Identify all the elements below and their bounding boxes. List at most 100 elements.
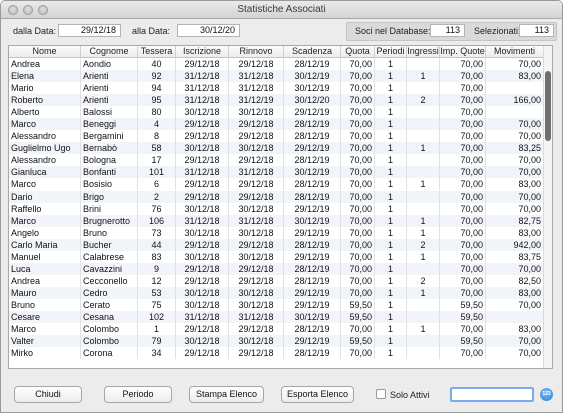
close-button[interactable]: Chiudi xyxy=(14,386,82,403)
cell-tessera: 17 xyxy=(138,154,176,167)
table-row[interactable]: Cesare Cesana 102 31/12/18 31/12/18 30/12/19 5… xyxy=(9,310,544,324)
cell-iscrizione: 30/12/18 xyxy=(176,286,229,299)
cell-ingressi xyxy=(407,166,440,179)
cell-nome: Alberto xyxy=(9,106,81,119)
cell-movimenti: 166,00 xyxy=(486,94,544,107)
cell-cognome: Calabrese xyxy=(81,250,138,263)
cell-rinnovo: 29/12/18 xyxy=(229,58,284,70)
table-row[interactable]: Angelo Bruno 73 30/12/18 30/12/18 29/12/19 70,… xyxy=(9,226,544,239)
table-row[interactable]: Roberto Arienti 95 31/12/18 31/12/19 30/12/20… xyxy=(9,94,544,107)
table-row[interactable]: Marco Colombo 1 29/12/18 29/12/18 28/12/19 70,… xyxy=(9,323,544,336)
column-header-imp-quote[interactable]: Imp. Quote xyxy=(440,46,486,58)
cell-ingressi xyxy=(407,202,440,215)
cell-iscrizione: 29/12/18 xyxy=(176,274,229,287)
table-row[interactable]: Andrea Cecconello 12 29/12/18 29/12/18 28/12/… xyxy=(9,274,544,287)
cell-cognome: Bruno xyxy=(81,226,138,239)
table-row[interactable]: Mirko Corona 34 29/12/18 29/12/18 28/12/19 70,… xyxy=(9,347,544,360)
cell-cognome: Colombo xyxy=(81,335,138,348)
cell-imp-quote: 70,00 xyxy=(440,70,486,83)
search-input[interactable] xyxy=(450,387,534,402)
column-header-iscrizione[interactable]: Iscrizione xyxy=(176,46,229,58)
column-header-nome[interactable]: Nome xyxy=(9,46,81,58)
cell-scadenza: 29/12/19 xyxy=(284,250,341,263)
column-header-periodi[interactable]: Periodi xyxy=(375,46,407,58)
table-row[interactable]: Luca Cavazzini 9 29/12/18 29/12/18 28/12/19 70… xyxy=(9,262,544,275)
numeric-sort-button[interactable]: 123 xyxy=(540,388,553,401)
cell-periodi: 1 xyxy=(375,310,407,323)
table-row[interactable]: Valter Colombo 79 30/12/18 30/12/18 29/12/19 5… xyxy=(9,335,544,348)
table-row[interactable]: Alessandro Bergamini 8 29/12/18 29/12/18 28/1… xyxy=(9,130,544,143)
table-row[interactable]: Andrea Aondio 40 29/12/18 29/12/18 28/12/19 70… xyxy=(9,58,544,70)
cell-movimenti: 83,75 xyxy=(486,250,544,263)
cell-cognome: Brini xyxy=(81,202,138,215)
cell-rinnovo: 29/12/18 xyxy=(229,323,284,336)
cell-tessera: 80 xyxy=(138,106,176,119)
cell-quota: 70,00 xyxy=(341,250,375,263)
cell-quota: 59,50 xyxy=(341,298,375,311)
cell-rinnovo: 30/12/18 xyxy=(229,142,284,155)
table-row[interactable]: Gianluca Bonfanti 101 31/12/18 31/12/18 30/12… xyxy=(9,166,544,179)
column-header-movimenti[interactable]: Movimenti xyxy=(486,46,544,58)
from-date-field[interactable]: 29/12/18 xyxy=(58,24,121,37)
table-row[interactable]: Bruno Cerato 75 30/12/18 30/12/18 29/12/19 59,… xyxy=(9,298,544,311)
table-row[interactable]: Marco Beneggi 4 29/12/18 29/12/18 28/12/19 70,… xyxy=(9,118,544,131)
cell-cognome: Arienti xyxy=(81,82,138,95)
period-button[interactable]: Periodo xyxy=(104,386,172,403)
cell-rinnovo: 31/12/18 xyxy=(229,82,284,95)
column-header-rinnovo[interactable]: Rinnovo xyxy=(229,46,284,58)
cell-scadenza: 28/12/19 xyxy=(284,190,341,203)
scrollbar-thumb[interactable] xyxy=(545,71,551,141)
cell-movimenti: 70,00 xyxy=(486,202,544,215)
cell-iscrizione: 30/12/18 xyxy=(176,142,229,155)
cell-quota: 70,00 xyxy=(341,142,375,155)
table-body: Andrea Aondio 40 29/12/18 29/12/18 28/12/19 70… xyxy=(9,58,544,360)
table-row[interactable]: Mauro Cedro 53 30/12/18 30/12/18 29/12/19 70,0… xyxy=(9,286,544,299)
cell-quota: 70,00 xyxy=(341,202,375,215)
table-row[interactable]: Marco Bosisio 6 29/12/18 29/12/18 28/12/19 70,… xyxy=(9,178,544,191)
cell-quota: 70,00 xyxy=(341,286,375,299)
cell-iscrizione: 29/12/18 xyxy=(176,323,229,336)
cell-imp-quote: 70,00 xyxy=(440,82,486,95)
table-row[interactable]: Guglielmo Ugo Bernabò 58 30/12/18 30/12/18 29… xyxy=(9,142,544,155)
print-list-button[interactable]: Stampa Elenco xyxy=(189,386,264,403)
cell-ingressi: 1 xyxy=(407,178,440,191)
cell-movimenti: 70,00 xyxy=(486,347,544,360)
cell-iscrizione: 30/12/18 xyxy=(176,298,229,311)
cell-iscrizione: 30/12/18 xyxy=(176,226,229,239)
to-date-field[interactable]: 30/12/20 xyxy=(177,24,240,37)
cell-quota: 59,50 xyxy=(341,310,375,323)
cell-scadenza: 28/12/19 xyxy=(284,118,341,131)
column-header-ingressi[interactable]: Ingressi xyxy=(407,46,440,58)
cell-ingressi: 1 xyxy=(407,214,440,227)
cell-rinnovo: 30/12/18 xyxy=(229,106,284,119)
table-row[interactable]: Manuel Calabrese 83 30/12/18 30/12/18 29/12/1… xyxy=(9,250,544,263)
table-row[interactable]: Raffello Brini 76 30/12/18 30/12/18 29/12/19 7… xyxy=(9,202,544,215)
table-row[interactable]: Alberto Balossi 80 30/12/18 30/12/18 29/12/19… xyxy=(9,106,544,119)
cell-imp-quote: 70,00 xyxy=(440,226,486,239)
column-header-cognome[interactable]: Cognome xyxy=(81,46,138,58)
export-list-button[interactable]: Esporta Elenco xyxy=(281,386,354,403)
cell-scadenza: 29/12/19 xyxy=(284,142,341,155)
table-row[interactable]: Elena Arienti 92 31/12/18 31/12/18 30/12/19 70… xyxy=(9,70,544,83)
cell-ingressi: 1 xyxy=(407,226,440,239)
table-row[interactable]: Carlo Maria Bucher 44 29/12/18 29/12/18 28/12… xyxy=(9,238,544,251)
cell-rinnovo: 31/12/18 xyxy=(229,310,284,323)
only-active-checkbox[interactable] xyxy=(376,389,386,399)
cell-movimenti: 83,00 xyxy=(486,70,544,83)
column-header-scadenza[interactable]: Scadenza xyxy=(284,46,341,58)
cell-scadenza: 28/12/19 xyxy=(284,262,341,275)
table-row[interactable]: Dario Brigo 2 29/12/18 29/12/18 28/12/19 70,00… xyxy=(9,190,544,203)
cell-movimenti: 70,00 xyxy=(486,298,544,311)
vertical-scrollbar[interactable] xyxy=(543,46,552,368)
column-header-tessera[interactable]: Tessera xyxy=(138,46,176,58)
table-row[interactable]: Marco Brugnerotto 106 31/12/18 31/12/18 30/12… xyxy=(9,214,544,227)
cell-ingressi: 2 xyxy=(407,94,440,107)
cell-movimenti xyxy=(486,82,544,95)
members-table[interactable]: Nome Cognome Tessera Iscrizione Rinnovo … xyxy=(8,45,553,369)
cell-tessera: 92 xyxy=(138,70,176,83)
cell-cognome: Arienti xyxy=(81,94,138,107)
table-row[interactable]: Alessandro Bologna 17 29/12/18 29/12/18 28/12… xyxy=(9,154,544,167)
column-header-quota[interactable]: Quota xyxy=(341,46,375,58)
cell-cognome: Brigo xyxy=(81,190,138,203)
table-row[interactable]: Mario Arienti 94 31/12/18 31/12/18 30/12/19 70… xyxy=(9,82,544,95)
